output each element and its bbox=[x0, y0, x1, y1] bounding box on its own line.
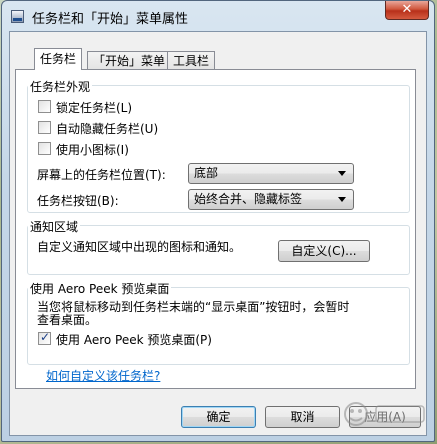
position-select[interactable]: 底部 bbox=[188, 163, 354, 184]
small-icons-label[interactable]: 使用小图标(I) bbox=[56, 141, 129, 158]
lock-taskbar-label[interactable]: 锁定任务栏(L) bbox=[56, 99, 132, 116]
aero-peek-group: 使用 Aero Peek 预览桌面 当您将鼠标移动到任务栏末端的“显示桌面”按钮… bbox=[27, 280, 410, 365]
appearance-group: 任务栏外观 锁定任务栏(L) 自动隐藏任务栏(U) 使用小图标(I) 屏幕上的任… bbox=[27, 78, 410, 213]
small-icons-checkbox[interactable] bbox=[38, 142, 51, 155]
tab-toolbars[interactable]: 工具栏 bbox=[167, 51, 216, 70]
buttons-label: 任务栏按钮(B): bbox=[37, 194, 119, 208]
lock-taskbar-checkbox[interactable] bbox=[38, 100, 51, 113]
aero-peek-checkbox-label[interactable]: 使用 Aero Peek 预览桌面(P) bbox=[56, 331, 212, 348]
notification-group: 通知区域 自定义通知区域中出现的图标和通知。 自定义(C)... bbox=[27, 218, 410, 275]
apply-button[interactable]: 应用(A) bbox=[349, 406, 421, 428]
chevron-down-icon bbox=[338, 197, 346, 202]
notification-legend: 通知区域 bbox=[28, 218, 81, 235]
dialog-window: 任务栏和「开始」菜单属性 ✕ 任务栏 「开始」菜单 工具栏 任务栏外观 锁定任务… bbox=[1, 0, 435, 442]
title-bar[interactable]: 任务栏和「开始」菜单属性 ✕ bbox=[2, 1, 434, 31]
notification-text: 自定义通知区域中出现的图标和通知。 bbox=[37, 240, 242, 254]
dialog-client: 任务栏 「开始」菜单 工具栏 任务栏外观 锁定任务栏(L) 自动隐藏任务栏(U)… bbox=[9, 31, 427, 436]
autohide-checkbox[interactable] bbox=[38, 121, 51, 134]
cancel-button[interactable]: 取消 bbox=[265, 406, 340, 428]
position-value: 底部 bbox=[194, 166, 219, 180]
ok-button[interactable]: 确定 bbox=[181, 406, 256, 428]
window-title: 任务栏和「开始」菜单属性 bbox=[32, 12, 189, 27]
aero-peek-legend: 使用 Aero Peek 预览桌面 bbox=[28, 280, 172, 297]
position-label: 屏幕上的任务栏位置(T): bbox=[37, 168, 166, 182]
help-link[interactable]: 如何自定义该任务栏? bbox=[46, 367, 160, 384]
aero-peek-checkbox[interactable] bbox=[38, 330, 51, 345]
chevron-down-icon bbox=[338, 171, 346, 176]
buttons-value: 始终合并、隐藏标签 bbox=[194, 192, 303, 206]
tab-taskbar[interactable]: 任务栏 bbox=[34, 48, 83, 70]
buttons-select[interactable]: 始终合并、隐藏标签 bbox=[188, 189, 354, 210]
close-button[interactable]: ✕ bbox=[385, 1, 429, 20]
autohide-label[interactable]: 自动隐藏任务栏(U) bbox=[56, 120, 158, 137]
appearance-legend: 任务栏外观 bbox=[28, 78, 93, 95]
tab-start-menu[interactable]: 「开始」菜单 bbox=[87, 51, 172, 70]
aero-peek-description-line2: 查看桌面。 bbox=[37, 313, 98, 327]
taskbar-app-icon bbox=[11, 10, 24, 23]
taskbar-tab-panel: 任务栏外观 锁定任务栏(L) 自动隐藏任务栏(U) 使用小图标(I) 屏幕上的任… bbox=[15, 69, 416, 389]
customize-button[interactable]: 自定义(C)... bbox=[278, 240, 370, 262]
